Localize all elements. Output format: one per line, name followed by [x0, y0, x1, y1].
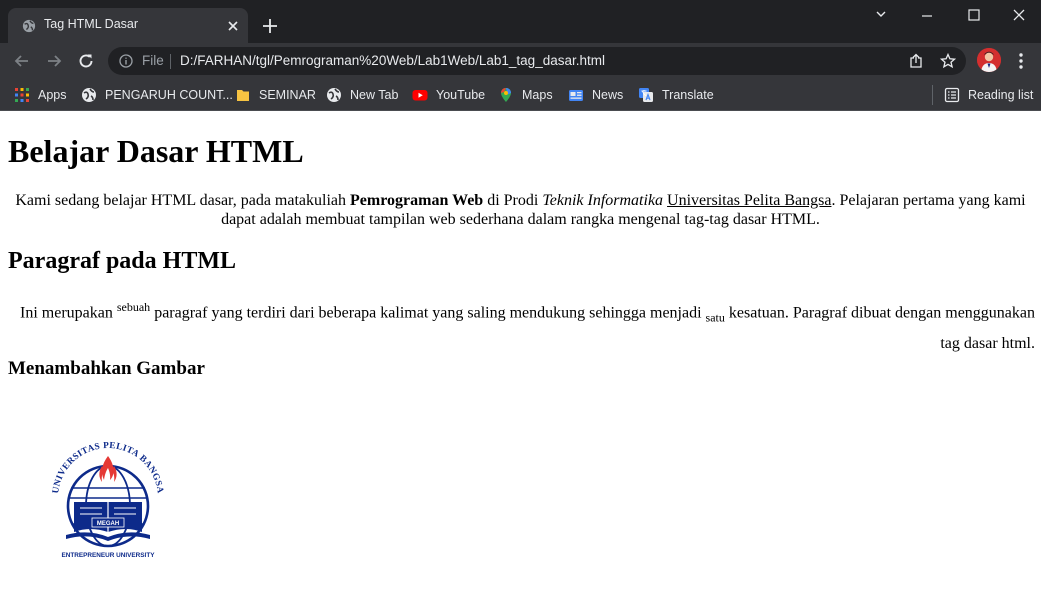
underlined-university-name: Universitas Pelita Bangsa	[667, 192, 832, 209]
section-heading-gambar: Menambahkan Gambar	[8, 358, 205, 379]
bookmark-label: Translate	[662, 88, 714, 102]
paragraph-example: Ini merupakan sebuah paragraf yang terdi…	[8, 294, 1035, 357]
text-run: paragraf yang terdiri dari beberapa kali…	[150, 304, 706, 322]
url-scheme-label: File	[142, 53, 164, 68]
superscript-text: sebuah	[116, 300, 151, 314]
bookmark-label: New Tab	[350, 88, 399, 102]
forward-arrow-icon[interactable]	[44, 51, 64, 71]
minimize-icon[interactable]	[904, 0, 950, 32]
text-run: Kami sedang belajar HTML dasar, pada mat…	[15, 192, 351, 209]
italic-program-name: Teknik Informatika	[542, 192, 664, 209]
text-run: Ini merupakan	[20, 304, 117, 322]
text-run: kesatuan. Paragraf dibuat dengan menggun…	[724, 304, 1035, 352]
logo-book-text: MEGAH	[97, 521, 119, 527]
url-text[interactable]: D:/FARHAN/tgl/Pemrograman%20Web/Lab1Web/…	[180, 53, 605, 68]
new-tab-plus-icon[interactable]	[260, 16, 280, 36]
bookmark-label: Apps	[38, 88, 67, 102]
youtube-icon	[412, 90, 428, 101]
bookmark-label: YouTube	[436, 88, 486, 102]
reload-icon[interactable]	[76, 51, 96, 71]
maps-pin-icon	[501, 88, 511, 102]
reading-list-label: Reading list	[968, 88, 1034, 102]
reading-list-button[interactable]: Reading list	[944, 85, 1033, 105]
globe-icon	[82, 88, 96, 102]
browser-tab[interactable]: Tag HTML Dasar	[8, 8, 248, 43]
apps-grid-icon	[15, 88, 29, 102]
page-content: Belajar Dasar HTML Kami sedang belajar H…	[0, 111, 1041, 606]
more-menu-icon[interactable]	[1013, 51, 1029, 71]
bookmark-star-icon[interactable]	[940, 53, 956, 69]
bookmark-label: Maps	[522, 88, 553, 102]
browser-toolbar: File D:/FARHAN/tgl/Pemrograman%20Web/Lab…	[0, 43, 1041, 79]
tab-title: Tag HTML Dasar	[44, 17, 139, 31]
text-run: di Prodi	[483, 192, 543, 209]
bookmark-label: SEMINAR	[259, 88, 316, 102]
bookmark-youtube[interactable]: YouTube	[412, 85, 485, 105]
folder-icon	[237, 90, 249, 101]
bookmark-pengaruh[interactable]: PENGARUH COUNT...	[81, 85, 233, 105]
section-heading-paragraf: Paragraf pada HTML	[8, 248, 236, 274]
bookmark-apps[interactable]: Apps	[14, 85, 67, 105]
bookmark-new-tab[interactable]: New Tab	[326, 85, 398, 105]
profile-avatar[interactable]	[977, 48, 1001, 72]
bookmark-label: News	[592, 88, 624, 102]
bookmark-translate[interactable]: Translate	[638, 85, 714, 105]
globe-icon	[327, 88, 341, 102]
tab-search-chevron-icon[interactable]	[858, 0, 904, 32]
translate-icon	[639, 88, 653, 102]
back-arrow-icon[interactable]	[12, 51, 32, 71]
bookmarks-divider	[932, 85, 933, 105]
tab-strip: Tag HTML Dasar	[0, 0, 1041, 43]
logo-bottom-text: ENTREPRENEUR UNIVERSITY	[61, 552, 155, 559]
intro-paragraph: Kami sedang belajar HTML dasar, pada mat…	[8, 191, 1033, 229]
maximize-icon[interactable]	[950, 0, 996, 32]
info-icon[interactable]	[119, 54, 133, 68]
university-logo: UNIVERSITAS PELITA BANGSA MEGAH ENTREPRE…	[50, 440, 165, 559]
bookmark-news[interactable]: News	[568, 85, 623, 105]
subscript-text: satu	[705, 310, 725, 325]
news-icon	[569, 90, 583, 101]
bookmark-seminar[interactable]: SEMINAR	[235, 85, 316, 105]
close-icon[interactable]	[224, 17, 242, 35]
reading-list-icon	[944, 87, 960, 103]
globe-icon	[22, 19, 36, 33]
omnibox-divider	[170, 54, 171, 69]
page-title: Belajar Dasar HTML	[8, 133, 304, 169]
bookmark-maps[interactable]: Maps	[498, 85, 553, 105]
profile-photo-icon	[977, 48, 1001, 72]
bold-course-name: Pemrograman Web	[350, 192, 484, 209]
bookmarks-bar: Apps PENGARUH COUNT... SEMINAR New Tab Y…	[0, 79, 1041, 111]
bookmark-label: PENGARUH COUNT...	[105, 88, 233, 102]
address-bar[interactable]: File D:/FARHAN/tgl/Pemrograman%20Web/Lab…	[108, 47, 966, 75]
share-icon[interactable]	[908, 53, 924, 69]
window-close-icon[interactable]	[995, 0, 1041, 32]
